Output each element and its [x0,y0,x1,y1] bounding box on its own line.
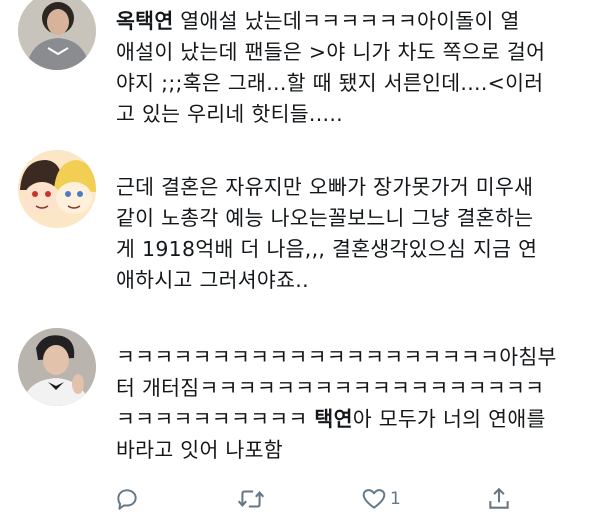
avatar[interactable] [18,328,96,406]
mention-name: 옥택연 [116,9,174,33]
line-text: ㅋㅋㅋㅋㅋㅋㅋㅋㅋㅋ [116,407,315,431]
avatar-photo-icon [18,328,96,406]
avatar-photo-icon [18,0,96,70]
tweet-text-line: 근데 결혼은 자유지만 오빠가 장가못가거 미우새 [116,175,534,199]
avatar[interactable] [18,150,96,228]
tweet-text-line: 옥택연 열애설 났는데ㅋㅋㅋㅋㅋㅋ아이돌이 열 [116,6,592,37]
retweet-icon [237,490,265,508]
tweet-text-line: 바라고 잇어 나포함 [116,438,283,462]
tweet-text-line: 게 1918억배 더 나음,,, 결혼생각있으심 지금 연 [116,237,538,261]
tweet-text-line: ㅋㅋㅋㅋㅋㅋㅋㅋㅋㅋ 택연아 모두가 너의 연애를 [116,404,592,435]
reply-icon [117,489,137,510]
tweet-text-line: 애설이 났는데 팬들은 >야 니가 차도 쪽으로 걸어 [116,40,546,64]
avatar[interactable] [18,0,96,70]
reply-button[interactable] [114,482,140,516]
share-icon [489,487,509,509]
line-text: 아 모두가 너의 연애를 [352,407,546,431]
tweet-text-line: 애하시고 그러셔야죠.. [116,268,309,292]
like-icon [362,489,386,509]
retweet-button[interactable] [236,482,266,516]
tweet-text-line: 같이 노총각 예능 나오는꼴보느니 그냥 결혼하는 [116,206,534,230]
tweet-text-line: 야지 ;;;혹은 그래...할 때 됐지 서른인데....<이러 [116,71,544,95]
tweet-text-line: 고 있는 우리네 핫티들..... [116,102,343,126]
mention-name: 택연 [314,407,353,431]
tweet-text-line: 터 개터짐ㅋㅋㅋㅋㅋㅋㅋㅋㅋㅋㅋㅋㅋㅋㅋㅋㅋㅋ [116,376,545,400]
share-button[interactable] [486,482,512,516]
tweet-action-bar: 1 [0,482,600,516]
tweet-text-line: ㅋㅋㅋㅋㅋㅋㅋㅋㅋㅋㅋㅋㅋㅋㅋㅋㅋㅋㅋㅋ아침부 [116,345,557,369]
line-text: 열애설 났는데ㅋㅋㅋㅋㅋㅋ아이돌이 열 [173,9,520,33]
avatar-cartoon-icon [18,150,96,228]
like-button[interactable]: 1 [360,482,401,516]
like-count: 1 [390,489,401,509]
